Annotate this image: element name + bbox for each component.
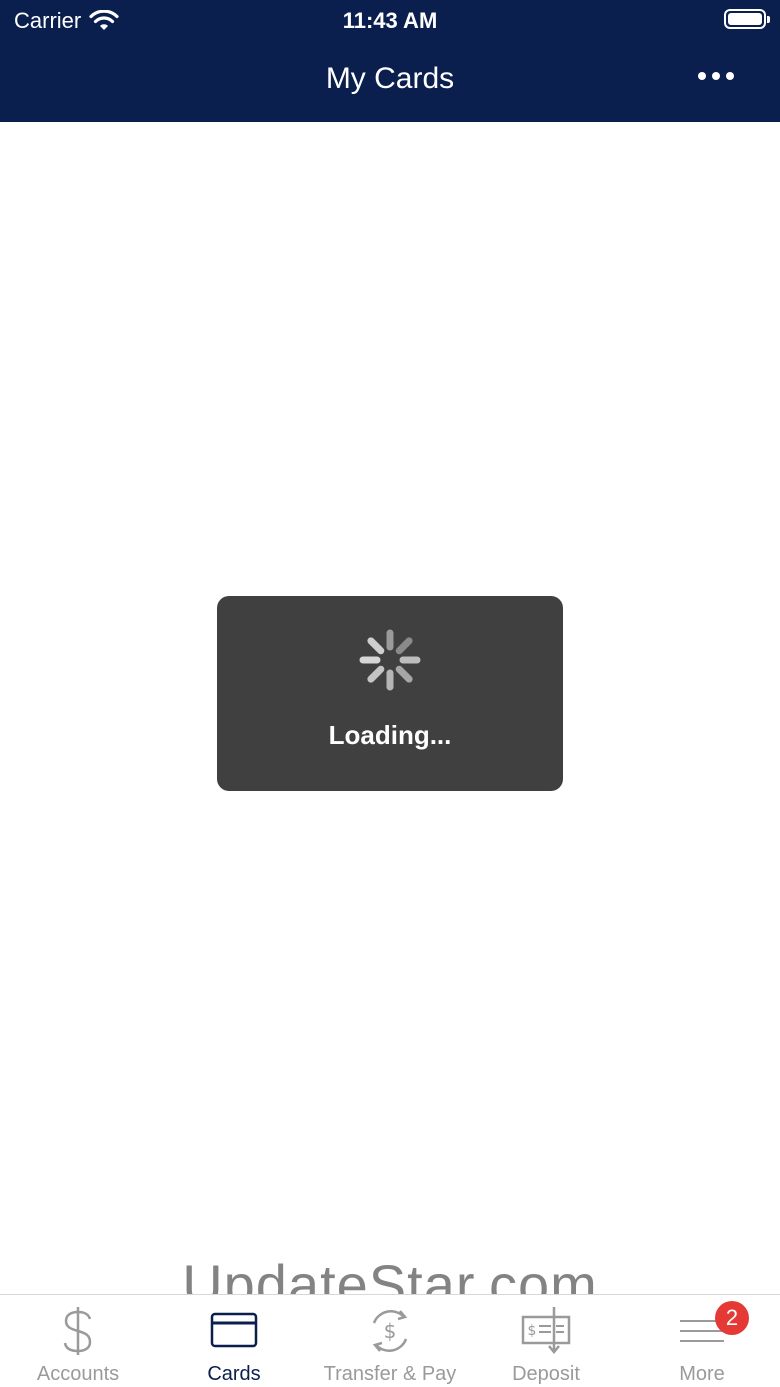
- tab-deposit-label: Deposit: [512, 1363, 580, 1385]
- svg-text:$: $: [384, 1319, 397, 1343]
- tab-transfer-pay[interactable]: $ Transfer & Pay: [312, 1295, 468, 1387]
- tab-more-label: More: [679, 1363, 725, 1385]
- status-bar: Carrier 11:43 AM: [0, 0, 780, 40]
- tab-accounts-label: Accounts: [36, 1363, 120, 1385]
- tab-accounts[interactable]: Accounts: [0, 1295, 156, 1387]
- tab-bar: Accounts Cards $ Transfer & Pay $ Deposi…: [0, 1294, 780, 1387]
- app-header: Carrier 11:43 AM My Cards: [0, 0, 780, 122]
- tab-cards[interactable]: Cards: [156, 1295, 312, 1387]
- transfer-icon: $: [372, 1310, 408, 1352]
- loading-dialog: Loading...: [217, 596, 563, 791]
- tab-cards-label: Cards: [207, 1363, 261, 1385]
- loading-spinner-icon: [359, 629, 421, 691]
- credit-card-icon: [210, 1312, 258, 1348]
- check-deposit-icon: $: [521, 1307, 571, 1354]
- tab-more[interactable]: 2 More: [624, 1295, 780, 1387]
- loading-label: Loading...: [328, 720, 452, 750]
- battery-icon: [724, 9, 770, 29]
- more-horizontal-icon[interactable]: [698, 72, 734, 80]
- svg-text:$: $: [528, 1323, 537, 1339]
- tab-deposit[interactable]: $ Deposit: [468, 1295, 624, 1387]
- status-time: 11:43 AM: [342, 8, 438, 33]
- notification-badge: 2: [715, 1301, 749, 1335]
- page-title: My Cards: [325, 62, 455, 95]
- dollar-icon: [63, 1307, 92, 1355]
- tab-transfer-pay-label: Transfer & Pay: [323, 1363, 457, 1385]
